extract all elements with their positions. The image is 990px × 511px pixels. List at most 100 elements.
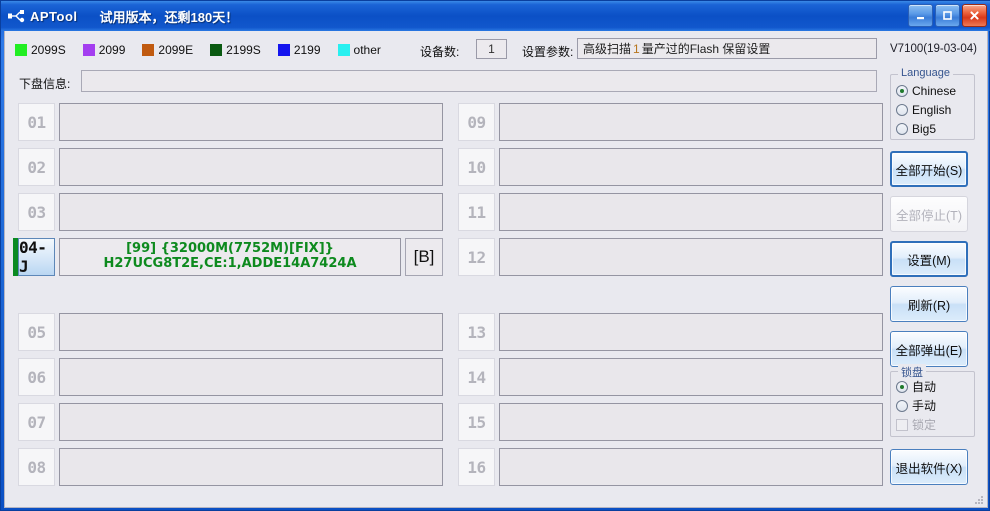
slot-info-field[interactable] [499, 103, 883, 141]
legend: 2099S 2099 2099E 2199S 2199 other [15, 41, 398, 59]
radio-icon [896, 399, 908, 412]
start-all-label: 全部开始(S) [895, 163, 963, 178]
slot-info-field[interactable] [499, 148, 883, 186]
slot-number-button[interactable]: 08 [18, 448, 55, 486]
title-bar: APTool 试用版本，还剩180天！ [1, 1, 990, 31]
refresh-button[interactable]: 刷新(R) [890, 286, 968, 322]
slot-info-field[interactable] [59, 358, 443, 396]
legend-swatch-icon [82, 44, 95, 56]
slot-bank-tag[interactable]: [B] [405, 238, 443, 276]
legend-item-other: other [337, 43, 381, 57]
slot-info-line2: H27UCG8T2E,CE:1,ADDE14A7424A [103, 256, 357, 271]
settings-button[interactable]: 设置(M) [890, 241, 968, 277]
eject-all-button[interactable]: 全部弹出(E) [890, 331, 968, 367]
slot-row[interactable]: 06 [13, 358, 443, 396]
device-count-value: 1 [476, 39, 507, 59]
slot-number-button[interactable]: 05 [18, 313, 55, 351]
slot-info-field[interactable] [499, 403, 883, 441]
exit-label: 退出软件(X) [895, 461, 963, 476]
slot-info-field[interactable] [59, 448, 443, 486]
slot-info-field[interactable] [499, 238, 883, 276]
exit-button[interactable]: 退出软件(X) [890, 449, 968, 485]
slot-row[interactable]: 04-J [99] {32000M(7752M)[FIX]} H27UCG8T2E,… [13, 238, 443, 276]
slot-row[interactable]: 15 [453, 403, 883, 441]
legend-swatch-icon [337, 44, 350, 56]
slot-info-field[interactable] [59, 313, 443, 351]
slot-row[interactable]: 02 [13, 148, 443, 186]
slot-number-button[interactable]: 01 [18, 103, 55, 141]
slot-row[interactable]: 08 [13, 448, 443, 486]
slot-number-button[interactable]: 06 [18, 358, 55, 396]
slot-row[interactable]: 10 [453, 148, 883, 186]
app-title: APTool [30, 8, 78, 24]
slot-row[interactable]: 01 [13, 103, 443, 141]
legend-item-2099s: 2099S [15, 43, 66, 57]
close-button[interactable] [962, 4, 987, 27]
disk-info-field[interactable] [81, 70, 877, 92]
slot-row[interactable]: 12 [453, 238, 883, 276]
lock-checkbox [896, 418, 908, 431]
stop-all-button: 全部停止(T) [890, 196, 968, 232]
radio-option-手动[interactable]: 手动 [891, 396, 974, 415]
legend-swatch-icon [15, 44, 27, 56]
slot-row[interactable]: 07 [13, 403, 443, 441]
slot-number-button[interactable]: 09 [458, 103, 495, 141]
version-label: V7100(19-03-04) [890, 43, 977, 55]
set-param-label: 设置参数: [522, 45, 574, 59]
legend-swatch-icon [277, 44, 290, 56]
resize-grip[interactable] [973, 493, 985, 505]
slot-number-button[interactable]: 13 [458, 313, 495, 351]
slot-number-button[interactable]: 10 [458, 148, 495, 186]
device-count-label: 设备数: [420, 45, 460, 59]
slot-row[interactable]: 09 [453, 103, 883, 141]
slot-number-button[interactable]: 04-J [18, 238, 55, 276]
slot-number-button[interactable]: 15 [458, 403, 495, 441]
legend-label: other [353, 43, 381, 57]
eject-all-label: 全部弹出(E) [895, 343, 963, 358]
radio-label: Big5 [912, 121, 937, 136]
disk-info-label: 下盘信息: [19, 77, 71, 91]
slot-row[interactable]: 03 [13, 193, 443, 231]
slot-row[interactable]: 16 [453, 448, 883, 486]
slot-number-button[interactable]: 11 [458, 193, 495, 231]
radio-label: 自动 [912, 380, 937, 394]
slot-number-button[interactable]: 02 [18, 148, 55, 186]
legend-label: 2099S [31, 43, 66, 57]
trial-notice: 试用版本，还剩180天！ [99, 9, 239, 25]
slot-row[interactable]: 14 [453, 358, 883, 396]
slot-number-button[interactable]: 12 [458, 238, 495, 276]
slot-info-field[interactable] [499, 358, 883, 396]
minimize-button[interactable] [908, 4, 933, 27]
legend-swatch-icon [142, 44, 155, 56]
slot-info-field[interactable] [499, 313, 883, 351]
radio-option-chinese[interactable]: Chinese [891, 81, 974, 100]
legend-label: 2199 [293, 43, 321, 57]
slot-number-button[interactable]: 16 [458, 448, 495, 486]
slot-row[interactable]: 05 [13, 313, 443, 351]
radio-label: English [912, 102, 952, 117]
slot-info-field[interactable]: [99] {32000M(7752M)[FIX]} H27UCG8T2E,CE:1… [59, 238, 401, 276]
slot-info-field[interactable] [59, 148, 443, 186]
slot-number-button[interactable]: 03 [18, 193, 55, 231]
radio-option-english[interactable]: English [891, 100, 974, 119]
slot-info-field[interactable] [499, 448, 883, 486]
radio-label: Chinese [912, 83, 957, 98]
slot-number-button[interactable]: 14 [458, 358, 495, 396]
set-param-prefix: 高级扫描 [583, 42, 632, 56]
radio-option-big5[interactable]: Big5 [891, 119, 974, 138]
lock-checkbox-label: 锁定 [912, 418, 937, 432]
slot-info-field[interactable] [59, 103, 443, 141]
slot-info-line1: [99] {32000M(7752M)[FIX]} [126, 241, 334, 257]
slot-info-field[interactable] [499, 193, 883, 231]
refresh-label: 刷新(R) [907, 298, 951, 313]
slot-row[interactable]: 13 [453, 313, 883, 351]
slot-info-field[interactable] [59, 403, 443, 441]
start-all-button[interactable]: 全部开始(S) [890, 151, 968, 187]
lock-disk-group: 锁盘 自动 手动 锁定 [890, 364, 975, 437]
slot-row[interactable]: 11 [453, 193, 883, 231]
set-param-field[interactable]: 高级扫描 1 量产过的Flash 保留设置 [577, 38, 877, 59]
application-window: APTool 试用版本，还剩180天！ 2099S 2099 2099E 219… [0, 0, 990, 511]
slot-number-button[interactable]: 07 [18, 403, 55, 441]
maximize-button[interactable] [935, 4, 960, 27]
slot-info-field[interactable] [59, 193, 443, 231]
